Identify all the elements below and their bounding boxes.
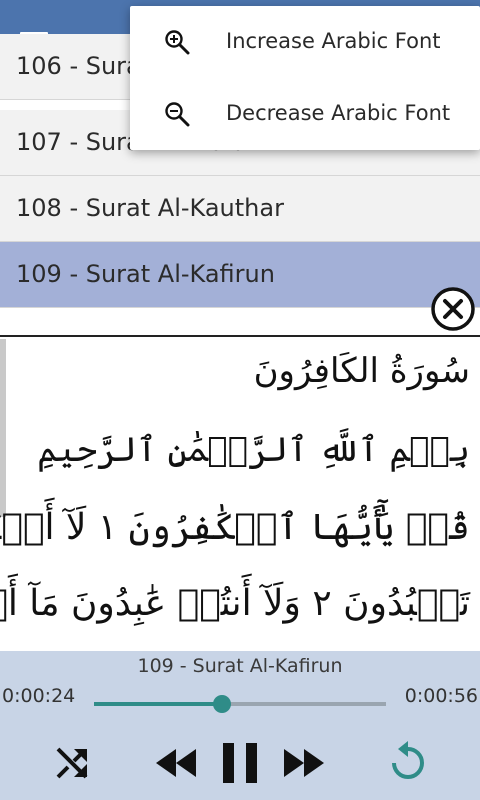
shuffle-icon[interactable] — [52, 743, 92, 783]
close-circle-icon[interactable] — [430, 286, 476, 332]
elapsed-time: 0:00:24 — [2, 685, 76, 707]
verse-line-arabic: قُلۡ يَٰٓأَيُّهَا ٱلۡكَٰفِرُونَ ١ لَآ أَ… — [0, 507, 470, 548]
surah-heading-arabic: سُورَةُ الكَافِرُونَ — [253, 351, 470, 391]
increase-arabic-font-label: Increase Arabic Font — [226, 29, 441, 53]
track-title: 109 - Surat Al-Kafirun — [137, 655, 343, 677]
overflow-menu: Increase Arabic Font Decrease Arabic Fon… — [130, 6, 480, 150]
list-item[interactable]: 108 - Surat Al-Kauthar — [0, 176, 480, 242]
list-item-selected[interactable]: 109 - Surat Al-Kafirun — [0, 242, 480, 308]
decrease-arabic-font-label: Decrease Arabic Font — [226, 101, 451, 125]
increase-arabic-font-menu-item[interactable]: Increase Arabic Font — [130, 6, 480, 78]
fast-forward-icon[interactable] — [282, 747, 326, 779]
repeat-icon[interactable] — [386, 741, 430, 785]
basmala-arabic: بِسۡمِ ٱللَّهِ ٱلرَّحۡمَٰنِ ٱلرَّحِيمِ — [37, 430, 470, 470]
pause-icon[interactable] — [220, 741, 260, 785]
audio-player: 109 - Surat Al-Kafirun 0:00:24 0:00:56 — [0, 651, 480, 800]
seek-bar-progress — [94, 702, 223, 706]
zoom-out-icon — [165, 102, 190, 127]
verse-line-arabic: تَعۡبُدُونَ ٢ وَلَآ أَنتُمۡ عَٰبِدُونَ م… — [0, 583, 470, 624]
seek-bar[interactable] — [94, 695, 386, 713]
seek-bar-thumb[interactable] — [213, 695, 232, 713]
list-item-label: 108 - Surat Al-Kauthar — [16, 194, 284, 222]
decrease-arabic-font-menu-item[interactable]: Decrease Arabic Font — [130, 78, 480, 150]
scrollbar[interactable] — [0, 339, 6, 517]
list-item-label: 109 - Surat Al-Kafirun — [16, 260, 275, 288]
rewind-icon[interactable] — [154, 747, 198, 779]
total-duration: 0:00:56 — [404, 685, 478, 707]
arabic-text-panel[interactable]: سُورَةُ الكَافِرُونَ بِسۡمِ ٱللَّهِ ٱلرَ… — [0, 335, 480, 653]
zoom-in-icon — [165, 30, 190, 55]
